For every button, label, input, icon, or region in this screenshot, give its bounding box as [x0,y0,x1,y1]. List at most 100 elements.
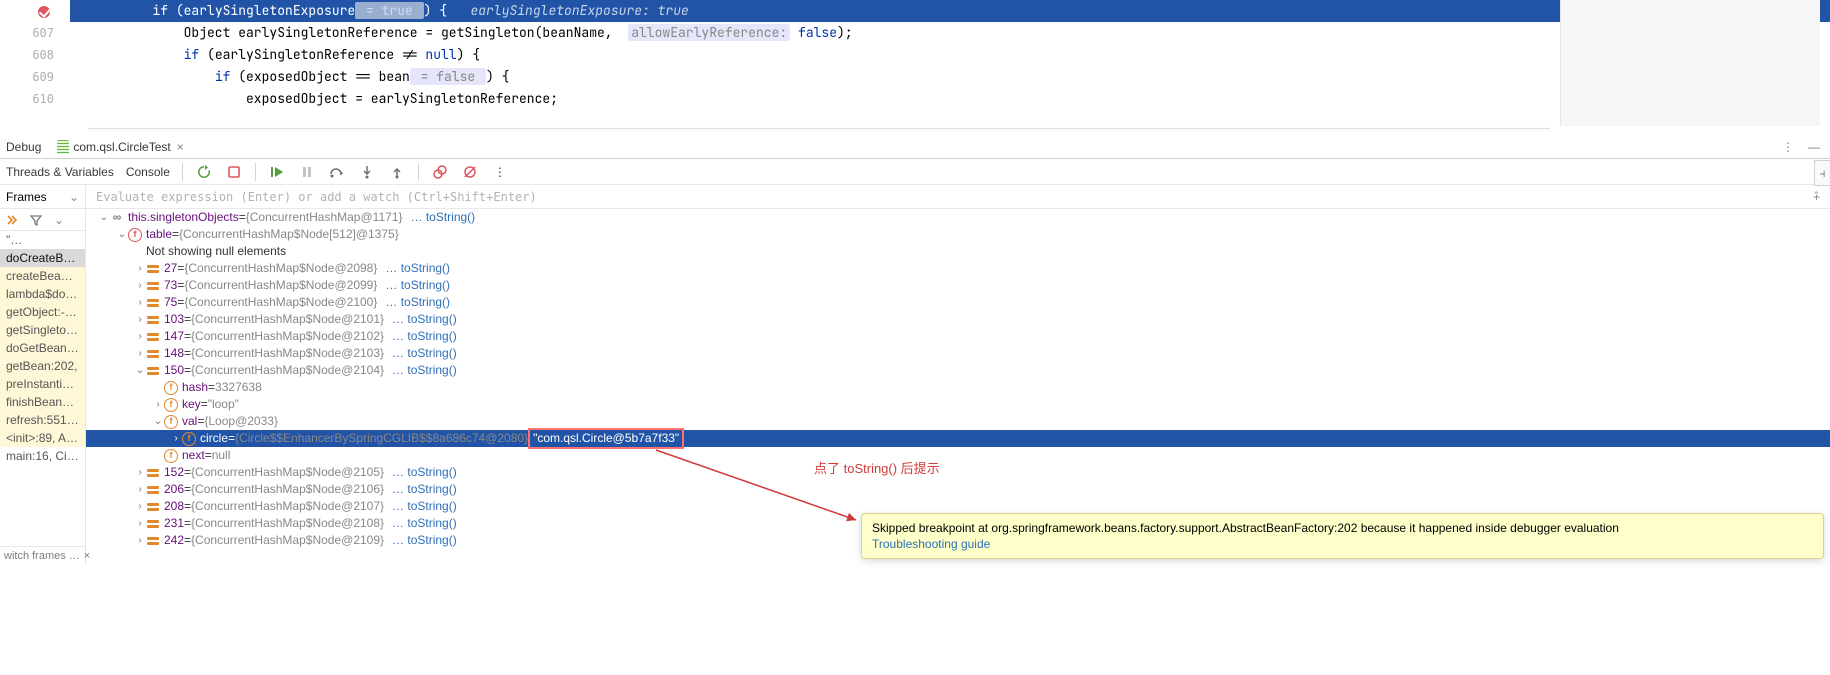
tree-row[interactable]: Not showing null elements [86,243,1830,260]
var-eq: = [239,209,246,226]
frames-dropdown-icon[interactable]: ⌄ [69,190,79,204]
rerun-icon[interactable] [195,163,213,181]
step-out-icon[interactable] [388,163,406,181]
expand-arrow-icon[interactable]: › [134,515,146,532]
minimap[interactable] [1560,0,1820,126]
tree-row[interactable]: ›73 = {ConcurrentHashMap$Node@2099}… toS… [86,277,1830,294]
expand-arrow-icon[interactable]: › [134,345,146,362]
chevron-down-icon[interactable]: ⌄ [54,213,64,227]
frame-item[interactable]: getBean:202, [0,357,85,375]
expand-arrow-icon[interactable]: ⌄ [98,209,110,226]
tree-row[interactable]: ›75 = {ConcurrentHashMap$Node@2100}… toS… [86,294,1830,311]
frame-item[interactable]: doGetBean:32 [0,339,85,357]
expand-arrow-icon[interactable]: › [134,464,146,481]
eval-placeholder: Evaluate expression (Enter) or add a wat… [96,190,537,204]
field-icon: f [164,449,178,463]
tostring-result: "com.qsl.Circle@5b7a7f33" [528,428,684,449]
more-icon[interactable]: ⋮ [1782,140,1794,154]
frame-item[interactable]: getObject:-1, B [0,303,85,321]
expand-arrow-icon[interactable]: › [152,396,164,413]
tostring-link[interactable]: … toString() [385,294,450,311]
expand-arrow-icon[interactable]: › [134,311,146,328]
frame-item[interactable]: <init>:89, Ann [0,429,85,447]
frames-list[interactable]: "…doCreateBeancreateBean:51lambda$doGetg… [0,231,85,546]
frame-item[interactable]: lambda$doGet [0,285,85,303]
tostring-link[interactable]: … toString() [392,515,457,532]
layout-settings-icon[interactable]: ⫞ [1814,160,1830,186]
tree-row[interactable]: ›fcircle = {Circle$$EnhancerBySpringCGLI… [86,430,1830,447]
tree-row[interactable]: ›206 = {ConcurrentHashMap$Node@2106}… to… [86,481,1830,498]
tree-row[interactable]: ›fkey = "loop" [86,396,1830,413]
breakpoint-icon[interactable] [38,4,54,20]
expand-arrow-icon[interactable]: ⌄ [134,362,146,379]
pause-icon[interactable] [298,163,316,181]
expand-arrow-icon[interactable]: › [134,260,146,277]
code-editor[interactable]: 607 608 609 610 if (earlySingletonExposu… [0,0,1830,135]
expand-arrow-icon[interactable]: › [134,294,146,311]
expand-arrow-icon[interactable]: › [134,277,146,294]
tree-row[interactable]: ⌄fval = {Loop@2033} [86,413,1830,430]
frame-item[interactable]: doCreateBean [0,249,85,267]
more-actions-icon[interactable]: ⋮ [491,163,509,181]
tree-row[interactable]: ›103 = {ConcurrentHashMap$Node@2101}… to… [86,311,1830,328]
tostring-link[interactable]: … toString() [392,362,457,379]
var-value: {ConcurrentHashMap$Node@2102} [191,328,384,345]
minimize-icon[interactable]: — [1808,140,1820,154]
tostring-link[interactable]: … toString() [392,311,457,328]
tostring-link[interactable]: … toString() [385,277,450,294]
troubleshooting-link[interactable]: Troubleshooting guide [872,537,990,551]
close-icon[interactable]: × [177,140,184,154]
tab-run-config[interactable]: com.qsl.CircleTest × [55,138,185,156]
frame-item[interactable]: getSingleton:2 [0,321,85,339]
tab-threads-variables[interactable]: Threads & Variables [6,165,114,179]
tostring-link[interactable]: … toString() [385,260,450,277]
tree-row[interactable]: fnext = null [86,447,1830,464]
expand-arrow-icon[interactable]: › [134,498,146,515]
tree-row[interactable]: ⌄∞this.singletonObjects = {ConcurrentHas… [86,209,1830,226]
tree-row[interactable]: ⌄ftable = {ConcurrentHashMap$Node[512]@1… [86,226,1830,243]
tree-row[interactable]: ›27 = {ConcurrentHashMap$Node@2098}… toS… [86,260,1830,277]
tree-row[interactable]: ›147 = {ConcurrentHashMap$Node@2102}… to… [86,328,1830,345]
resume-icon[interactable] [268,163,286,181]
tree-row[interactable]: ⌄150 = {ConcurrentHashMap$Node@2104}… to… [86,362,1830,379]
tostring-link[interactable]: … toString() [392,498,457,515]
expand-arrow-icon[interactable]: › [170,430,182,447]
tree-row[interactable]: fhash = 3327638 [86,379,1830,396]
step-into-icon[interactable] [358,163,376,181]
step-over-icon[interactable] [328,163,346,181]
frame-item[interactable]: preInstantiateS [0,375,85,393]
filter-icon[interactable] [30,214,42,226]
prev-frame-icon[interactable] [6,214,18,226]
frame-item[interactable]: finishBeanFact [0,393,85,411]
variables-tree[interactable]: ⌄∞this.singletonObjects = {ConcurrentHas… [86,209,1830,565]
var-value: {ConcurrentHashMap$Node@2103} [191,345,384,362]
frame-item[interactable]: refresh:551, A [0,411,85,429]
view-breakpoints-icon[interactable] [431,163,449,181]
expand-arrow-icon[interactable]: › [134,481,146,498]
tree-row[interactable]: ›148 = {ConcurrentHashMap$Node@2103}… to… [86,345,1830,362]
add-watch-icon[interactable]: ⨣ [1813,189,1820,204]
stop-icon[interactable] [225,163,243,181]
tree-row[interactable]: ›152 = {ConcurrentHashMap$Node@2105}… to… [86,464,1830,481]
frame-item[interactable]: createBean:51 [0,267,85,285]
mute-breakpoints-icon[interactable] [461,163,479,181]
var-eq: = [205,447,212,464]
tostring-link[interactable]: … toString() [392,532,457,549]
tostring-link[interactable]: … toString() [392,328,457,345]
frame-item[interactable]: "… [0,231,85,249]
tab-debug[interactable]: Debug [6,140,41,154]
evaluate-expression-input[interactable]: Evaluate expression (Enter) or add a wat… [86,185,1830,209]
tostring-link[interactable]: … toString() [410,209,475,226]
tab-console[interactable]: Console [126,165,170,179]
expand-arrow-icon[interactable]: ⌄ [152,413,164,430]
expand-arrow-icon[interactable]: ⌄ [116,226,128,243]
tostring-link[interactable]: … toString() [392,464,457,481]
frames-panel: Frames ⌄ ⌄ "…doCreateBeancreateBean:51la… [0,185,86,565]
tostring-link[interactable]: … toString() [392,345,457,362]
line-number: 607 [0,22,54,44]
frame-item[interactable]: main:16, Circle [0,447,85,465]
expand-arrow-icon[interactable]: › [134,328,146,345]
expand-arrow-icon[interactable]: › [134,532,146,549]
tostring-link[interactable]: … toString() [392,481,457,498]
var-eq: = [184,481,191,498]
